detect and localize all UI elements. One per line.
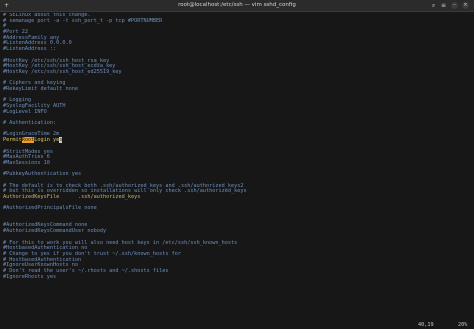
vim-editor[interactable]: # SELinux about this change. # semanage p…: [3, 13, 471, 319]
line-text-prefix: Permit: [3, 137, 22, 144]
cursor-position: 40,19: [418, 322, 434, 328]
search-match-highlight: Root: [21, 137, 35, 144]
title-bar: + root@localhost:/etc/ssh — vim sshd_con…: [0, 0, 474, 12]
terminal-window: + root@localhost:/etc/ssh — vim sshd_con…: [0, 0, 474, 329]
minimize-icon[interactable]: –: [451, 2, 458, 9]
menu-icon[interactable]: ≡: [440, 2, 447, 9]
search-icon[interactable]: ⌕: [430, 2, 437, 9]
scroll-percent: 20%: [458, 322, 468, 328]
window-title: root@localhost:/etc/ssh — vim sshd_confi…: [178, 2, 296, 8]
vim-status-line: 40,19 20%: [0, 321, 474, 329]
line-text-suffix: Login ye: [34, 137, 60, 144]
text-cursor: s: [59, 137, 63, 144]
editor-line: #IgnoreRhosts yes: [3, 273, 57, 280]
close-icon[interactable]: ×: [462, 2, 469, 9]
